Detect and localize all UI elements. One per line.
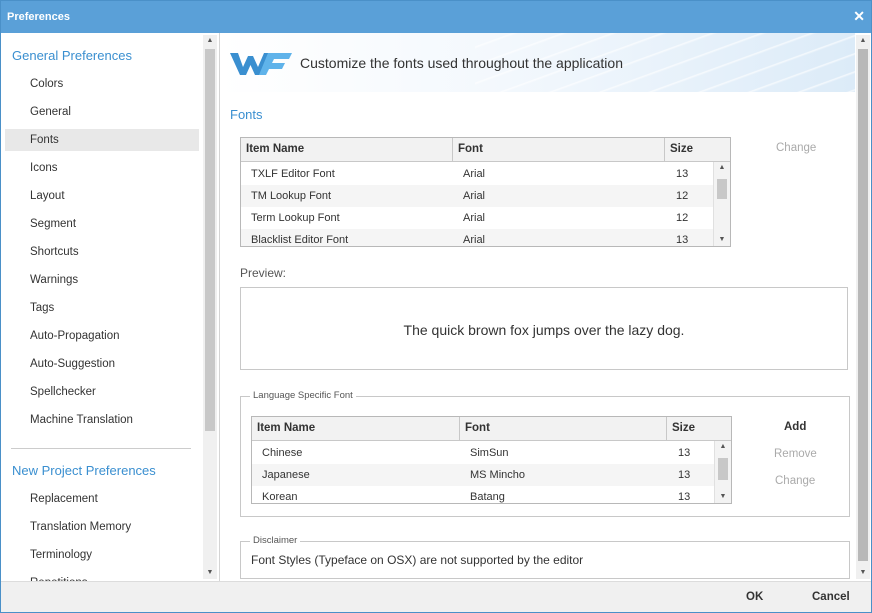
add-language-font-button[interactable]: Add: [784, 421, 806, 433]
language-table-scrollbar[interactable]: ▲ ▼: [714, 441, 731, 503]
new-project-preferences-heading: New Project Preferences: [12, 463, 156, 478]
column-header-font[interactable]: Font: [453, 138, 665, 161]
table-header: Item Name Font Size: [241, 138, 730, 162]
wordfast-logo-icon: [230, 53, 292, 75]
language-font-table: Item Name Font Size Chinese SimSun 13 Ja…: [251, 416, 732, 504]
row-size: 13: [678, 469, 691, 481]
sidebar-item-terminology[interactable]: Terminology: [5, 544, 199, 566]
scroll-up-icon[interactable]: ▲: [714, 162, 730, 174]
dialog-footer: OK Cancel: [1, 581, 871, 612]
sidebar-item-machine-translation[interactable]: Machine Translation: [5, 409, 199, 431]
row-size: 12: [676, 212, 689, 224]
row-font: Arial: [463, 190, 486, 202]
sidebar-scrollbar[interactable]: ▲ ▼: [203, 35, 217, 579]
scroll-down-icon[interactable]: ▼: [714, 234, 730, 246]
sidebar-item-segment[interactable]: Segment: [5, 213, 199, 235]
language-table-scroll-thumb[interactable]: [718, 458, 728, 480]
scroll-up-icon[interactable]: ▲: [203, 35, 217, 47]
column-header-item-name[interactable]: Item Name: [252, 417, 460, 440]
sidebar-divider: [11, 448, 191, 449]
row-item-name: Korean: [262, 491, 298, 503]
column-header-size[interactable]: Size: [667, 417, 731, 440]
fonts-table: Item Name Font Size TXLF Editor Font Ari…: [240, 137, 731, 247]
sidebar-item-auto-propagation[interactable]: Auto-Propagation: [5, 325, 199, 347]
ok-button[interactable]: OK: [746, 591, 763, 603]
dialog-title: Preferences: [7, 11, 70, 23]
sidebar-item-auto-suggestion[interactable]: Auto-Suggestion: [5, 353, 199, 375]
sidebar-item-repetitions[interactable]: Repetitions: [5, 572, 199, 581]
disclaimer-legend: Disclaimer: [250, 535, 301, 546]
column-header-size[interactable]: Size: [665, 138, 730, 161]
row-item-name: Blacklist Editor Font: [251, 234, 349, 246]
table-row[interactable]: Term Lookup Font Arial 12: [241, 207, 713, 229]
preferences-sidebar: General Preferences Colors General Fonts…: [1, 33, 220, 581]
row-font: Arial: [463, 168, 486, 180]
row-size: 13: [678, 491, 691, 503]
scroll-up-icon[interactable]: ▲: [856, 35, 870, 47]
sidebar-item-shortcuts[interactable]: Shortcuts: [5, 241, 199, 263]
disclaimer-group: Disclaimer Font Styles (Typeface on OSX)…: [240, 535, 850, 579]
fonts-table-scroll-thumb[interactable]: [717, 179, 727, 199]
preview-text: The quick brown fox jumps over the lazy …: [403, 322, 685, 338]
scroll-down-icon[interactable]: ▼: [856, 567, 870, 579]
sidebar-item-icons[interactable]: Icons: [5, 157, 199, 179]
sidebar-item-spellchecker[interactable]: Spellchecker: [5, 381, 199, 403]
row-size: 13: [676, 234, 689, 246]
preferences-dialog: Preferences ✕ General Preferences Colors…: [0, 0, 872, 613]
preview-box: The quick brown fox jumps over the lazy …: [240, 287, 848, 370]
fonts-section-title: Fonts: [230, 107, 263, 122]
row-size: 13: [676, 168, 689, 180]
row-item-name: Chinese: [262, 447, 303, 459]
sidebar-item-replacement[interactable]: Replacement: [5, 488, 199, 510]
sidebar-item-general[interactable]: General: [5, 101, 199, 123]
table-row[interactable]: Korean Batang 13: [252, 486, 714, 503]
panel-banner: Customize the fonts used throughout the …: [220, 33, 855, 92]
sidebar-scroll-thumb[interactable]: [205, 49, 215, 431]
table-row[interactable]: TM Lookup Font Arial 12: [241, 185, 713, 207]
row-size: 12: [676, 190, 689, 202]
row-item-name: Term Lookup Font: [251, 212, 340, 224]
sidebar-item-tags[interactable]: Tags: [5, 297, 199, 319]
disclaimer-text: Font Styles (Typeface on OSX) are not su…: [251, 553, 584, 567]
cancel-button[interactable]: Cancel: [812, 591, 850, 603]
row-font: Arial: [463, 234, 486, 246]
banner-tagline: Customize the fonts used throughout the …: [300, 55, 623, 71]
close-icon[interactable]: ✕: [853, 8, 865, 25]
change-language-font-button[interactable]: Change: [775, 475, 815, 487]
sidebar-item-layout[interactable]: Layout: [5, 185, 199, 207]
main-scroll-thumb[interactable]: [858, 49, 868, 561]
row-item-name: TM Lookup Font: [251, 190, 332, 202]
scroll-down-icon[interactable]: ▼: [715, 491, 731, 503]
fonts-table-scrollbar[interactable]: ▲ ▼: [713, 162, 730, 246]
sidebar-item-fonts[interactable]: Fonts: [5, 129, 199, 151]
main-scrollbar[interactable]: ▲ ▼: [856, 35, 870, 579]
change-font-button[interactable]: Change: [776, 142, 816, 154]
sidebar-item-translation-memory[interactable]: Translation Memory: [5, 516, 199, 538]
remove-language-font-button[interactable]: Remove: [774, 448, 817, 460]
table-row[interactable]: TXLF Editor Font Arial 13: [241, 163, 713, 185]
language-specific-font-group: Language Specific Font Item Name Font Si…: [240, 390, 850, 517]
general-preferences-heading: General Preferences: [12, 48, 132, 63]
table-header: Item Name Font Size: [252, 417, 731, 441]
row-size: 13: [678, 447, 691, 459]
row-font: SimSun: [470, 447, 509, 459]
scroll-down-icon[interactable]: ▼: [203, 567, 217, 579]
language-specific-font-legend: Language Specific Font: [250, 390, 356, 401]
table-row[interactable]: Blacklist Editor Font Arial 13: [241, 229, 713, 246]
row-font: Batang: [470, 491, 505, 503]
table-row[interactable]: Japanese MS Mincho 13: [252, 464, 714, 486]
title-bar: Preferences ✕: [1, 1, 871, 33]
row-font: MS Mincho: [470, 469, 526, 481]
scroll-up-icon[interactable]: ▲: [715, 441, 731, 453]
row-font: Arial: [463, 212, 486, 224]
sidebar-item-warnings[interactable]: Warnings: [5, 269, 199, 291]
column-header-font[interactable]: Font: [460, 417, 667, 440]
fonts-panel: Customize the fonts used throughout the …: [220, 33, 855, 581]
column-header-item-name[interactable]: Item Name: [241, 138, 453, 161]
row-item-name: Japanese: [262, 469, 310, 481]
preview-label: Preview:: [240, 266, 287, 280]
row-item-name: TXLF Editor Font: [251, 168, 335, 180]
sidebar-item-colors[interactable]: Colors: [5, 73, 199, 95]
table-row[interactable]: Chinese SimSun 13: [252, 442, 714, 464]
